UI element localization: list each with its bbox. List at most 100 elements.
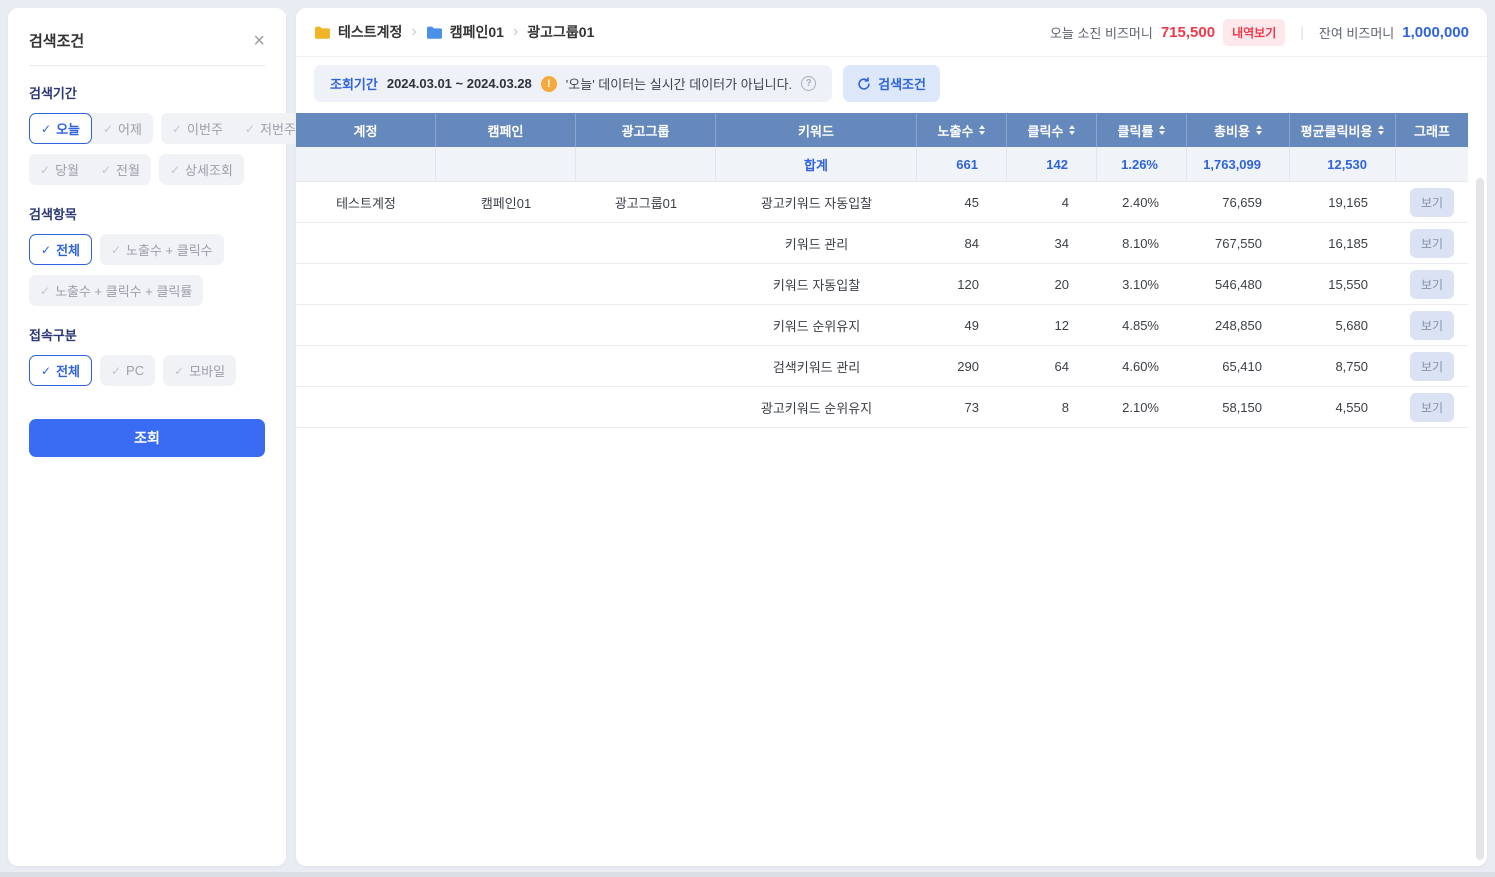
history-badge[interactable]: 내역보기 (1223, 19, 1285, 46)
breadcrumb-adgroup[interactable]: 광고그룹01 (527, 22, 594, 42)
summary-impressions: 661 (917, 147, 1007, 181)
section-label-metric: 검색항목 (29, 204, 265, 223)
cell-keyword: 키워드 관리 (716, 223, 917, 263)
check-icon: ✓ (41, 122, 51, 136)
check-icon: ✓ (111, 243, 121, 257)
col-header-impressions[interactable]: 노출수 (917, 113, 1007, 147)
summary-row: 합계 661 142 1.26% 1,763,099 12,530 (296, 147, 1468, 182)
cell-avg-cpc: 16,185 (1290, 223, 1396, 263)
cell-campaign (436, 346, 576, 386)
divider: | (1300, 24, 1304, 40)
table-row: 검색키워드 관리 290 64 4.60% 65,410 8,750 보기 (296, 346, 1468, 387)
summary-label: 합계 (716, 147, 917, 181)
col-header-account: 계정 (296, 113, 436, 147)
summary-adgroup-cell (576, 147, 716, 181)
cell-avg-cpc: 8,750 (1290, 346, 1396, 386)
section-search-metric: 검색항목 ✓ 전체 ✓ 노출수 + 클릭수 ✓ 노출수 + 클릭수 + 클릭률 (29, 204, 265, 306)
help-icon[interactable]: ? (801, 76, 816, 91)
view-button[interactable]: 보기 (1410, 352, 1454, 381)
pill-group-pc: ✓ PC (100, 355, 155, 386)
cell-account: 테스트계정 (296, 182, 436, 222)
sort-icon[interactable] (1378, 125, 1384, 135)
cell-ctr: 4.60% (1097, 346, 1187, 386)
sort-icon[interactable] (979, 125, 985, 135)
breadcrumb-campaign[interactable]: 캠페인01 (426, 22, 504, 42)
pill-group-today-yesterday: ✓ 오늘 ✓ 어제 (29, 113, 153, 144)
search-conditions-button[interactable]: 검색조건 (843, 65, 940, 102)
query-period-pill: 조회기간 2024.03.01 ~ 2024.03.28 ! '오늘' 데이터는… (314, 65, 832, 102)
breadcrumb-account[interactable]: 테스트계정 (314, 22, 402, 42)
cell-adgroup (576, 264, 716, 304)
view-button[interactable]: 보기 (1410, 270, 1454, 299)
view-button[interactable]: 보기 (1410, 229, 1454, 258)
cell-ctr: 4.85% (1097, 305, 1187, 345)
period-button-detail[interactable]: ✓ 상세조회 (159, 154, 244, 185)
cell-campaign (436, 223, 576, 263)
metric-button-imp-click[interactable]: ✓ 노출수 + 클릭수 (100, 234, 224, 265)
device-button-all[interactable]: ✓ 전체 (29, 355, 92, 386)
cell-account (296, 305, 436, 345)
search-submit-button[interactable]: 조회 (29, 419, 265, 457)
device-button-pc[interactable]: ✓ PC (100, 355, 155, 386)
metric-button-all[interactable]: ✓ 전체 (29, 234, 92, 265)
period-button-last-month[interactable]: ✓ 전월 (90, 154, 151, 185)
col-header-avg-cpc[interactable]: 평균클릭비용 (1290, 113, 1396, 147)
cell-cost: 76,659 (1187, 182, 1290, 222)
cell-clicks: 20 (1007, 264, 1097, 304)
col-header-clicks[interactable]: 클릭수 (1007, 113, 1097, 147)
view-button[interactable]: 보기 (1410, 393, 1454, 422)
period-button-today[interactable]: ✓ 오늘 (29, 113, 92, 144)
check-icon: ✓ (41, 364, 51, 378)
remain-label: 잔여 비즈머니 (1319, 23, 1394, 42)
sort-icon[interactable] (1159, 125, 1165, 135)
report-table: 계정 캠페인 광고그룹 키워드 노출수 클릭수 클릭률 총비용 평균클릭비용 그… (296, 113, 1468, 428)
cell-campaign: 캠페인01 (436, 182, 576, 222)
view-button[interactable]: 보기 (1410, 188, 1454, 217)
remain-value: 1,000,000 (1402, 24, 1469, 41)
cell-ctr: 2.10% (1097, 387, 1187, 427)
cell-keyword: 광고키워드 순위유지 (716, 387, 917, 427)
cell-impressions: 84 (917, 223, 1007, 263)
check-icon: ✓ (170, 163, 180, 177)
cell-keyword: 키워드 순위유지 (716, 305, 917, 345)
device-button-mobile[interactable]: ✓ 모바일 (163, 355, 236, 386)
pill-group-imp-click: ✓ 노출수 + 클릭수 (100, 234, 224, 265)
summary-cost: 1,763,099 (1187, 147, 1290, 181)
close-icon[interactable]: × (253, 31, 265, 51)
col-header-adgroup: 광고그룹 (576, 113, 716, 147)
sort-icon[interactable] (1069, 125, 1075, 135)
cell-impressions: 73 (917, 387, 1007, 427)
cell-impressions: 290 (917, 346, 1007, 386)
period-button-this-month[interactable]: ✓ 당월 (29, 154, 90, 185)
chevron-right-icon: › (513, 23, 518, 41)
cell-cost: 58,150 (1187, 387, 1290, 427)
check-icon: ✓ (40, 163, 50, 177)
cell-clicks: 8 (1007, 387, 1097, 427)
report-panel: 테스트계정 › 캠페인01 › 광고그룹01 오늘 소진 비즈머니 715,50… (296, 8, 1487, 866)
vertical-scrollbar[interactable] (1476, 178, 1484, 860)
horizontal-scrollbar[interactable] (0, 872, 1495, 877)
chevron-right-icon: › (411, 23, 416, 41)
cell-adgroup (576, 387, 716, 427)
section-label-period: 검색기간 (29, 83, 265, 102)
panel-title: 검색조건 (29, 30, 84, 51)
period-button-yesterday[interactable]: ✓ 어제 (92, 113, 153, 144)
table-row: 광고키워드 순위유지 73 8 2.10% 58,150 4,550 보기 (296, 387, 1468, 428)
cell-clicks: 12 (1007, 305, 1097, 345)
cell-keyword: 광고키워드 자동입찰 (716, 182, 917, 222)
col-header-cost[interactable]: 총비용 (1187, 113, 1290, 147)
cell-clicks: 64 (1007, 346, 1097, 386)
section-device: 접속구분 ✓ 전체 ✓ PC ✓ 모바일 (29, 325, 265, 386)
col-header-ctr[interactable]: 클릭률 (1097, 113, 1187, 147)
refresh-icon (857, 77, 871, 91)
sort-icon[interactable] (1256, 125, 1262, 135)
divider (29, 65, 265, 66)
check-icon: ✓ (103, 122, 113, 136)
check-icon: ✓ (41, 243, 51, 257)
metric-button-imp-click-ctr[interactable]: ✓ 노출수 + 클릭수 + 클릭률 (29, 275, 203, 306)
cell-clicks: 34 (1007, 223, 1097, 263)
view-button[interactable]: 보기 (1410, 311, 1454, 340)
col-header-graph: 그래프 (1396, 113, 1468, 147)
search-conditions-panel: 검색조건 × 검색기간 ✓ 오늘 ✓ 어제 ✓ 이번주 (8, 8, 286, 866)
period-button-this-week[interactable]: ✓ 이번주 (161, 113, 234, 144)
